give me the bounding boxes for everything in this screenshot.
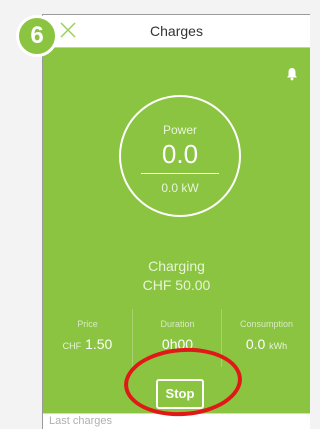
- charging-state: Charging: [148, 258, 205, 274]
- stat-price-number: 1.50: [85, 336, 113, 352]
- power-label: Power: [162, 123, 197, 137]
- stat-consumption-number: 0.0: [245, 336, 266, 352]
- charging-amount: CHF 50.00: [142, 277, 211, 293]
- stat-consumption-label: Consumption: [239, 319, 294, 329]
- stat-price: Price CHF 1.50: [43, 309, 132, 367]
- stat-price-value: CHF 1.50: [43, 336, 132, 352]
- step-badge: 6: [16, 15, 58, 57]
- bell-icon[interactable]: [286, 67, 298, 81]
- stat-consumption-value: 0.0 kWh: [222, 336, 310, 352]
- last-charges-label: Last charges: [49, 415, 112, 427]
- power-gauge: Power 0.0 0.0 kW: [119, 95, 241, 217]
- stat-price-label: Price: [77, 319, 98, 329]
- stat-consumption-unit: kWh: [269, 341, 288, 351]
- page-title: Charges: [150, 23, 203, 39]
- power-divider: [141, 173, 219, 174]
- charging-status: Charging CHF 50.00: [43, 257, 310, 295]
- stat-price-unit: CHF: [62, 341, 82, 351]
- power-value: 0.0: [161, 139, 199, 169]
- power-kw: 0.0 kW: [161, 181, 199, 195]
- stat-consumption: Consumption 0.0 kWh: [221, 309, 310, 367]
- stat-duration-label: Duration: [160, 319, 195, 329]
- header-bar: Charges: [43, 15, 310, 48]
